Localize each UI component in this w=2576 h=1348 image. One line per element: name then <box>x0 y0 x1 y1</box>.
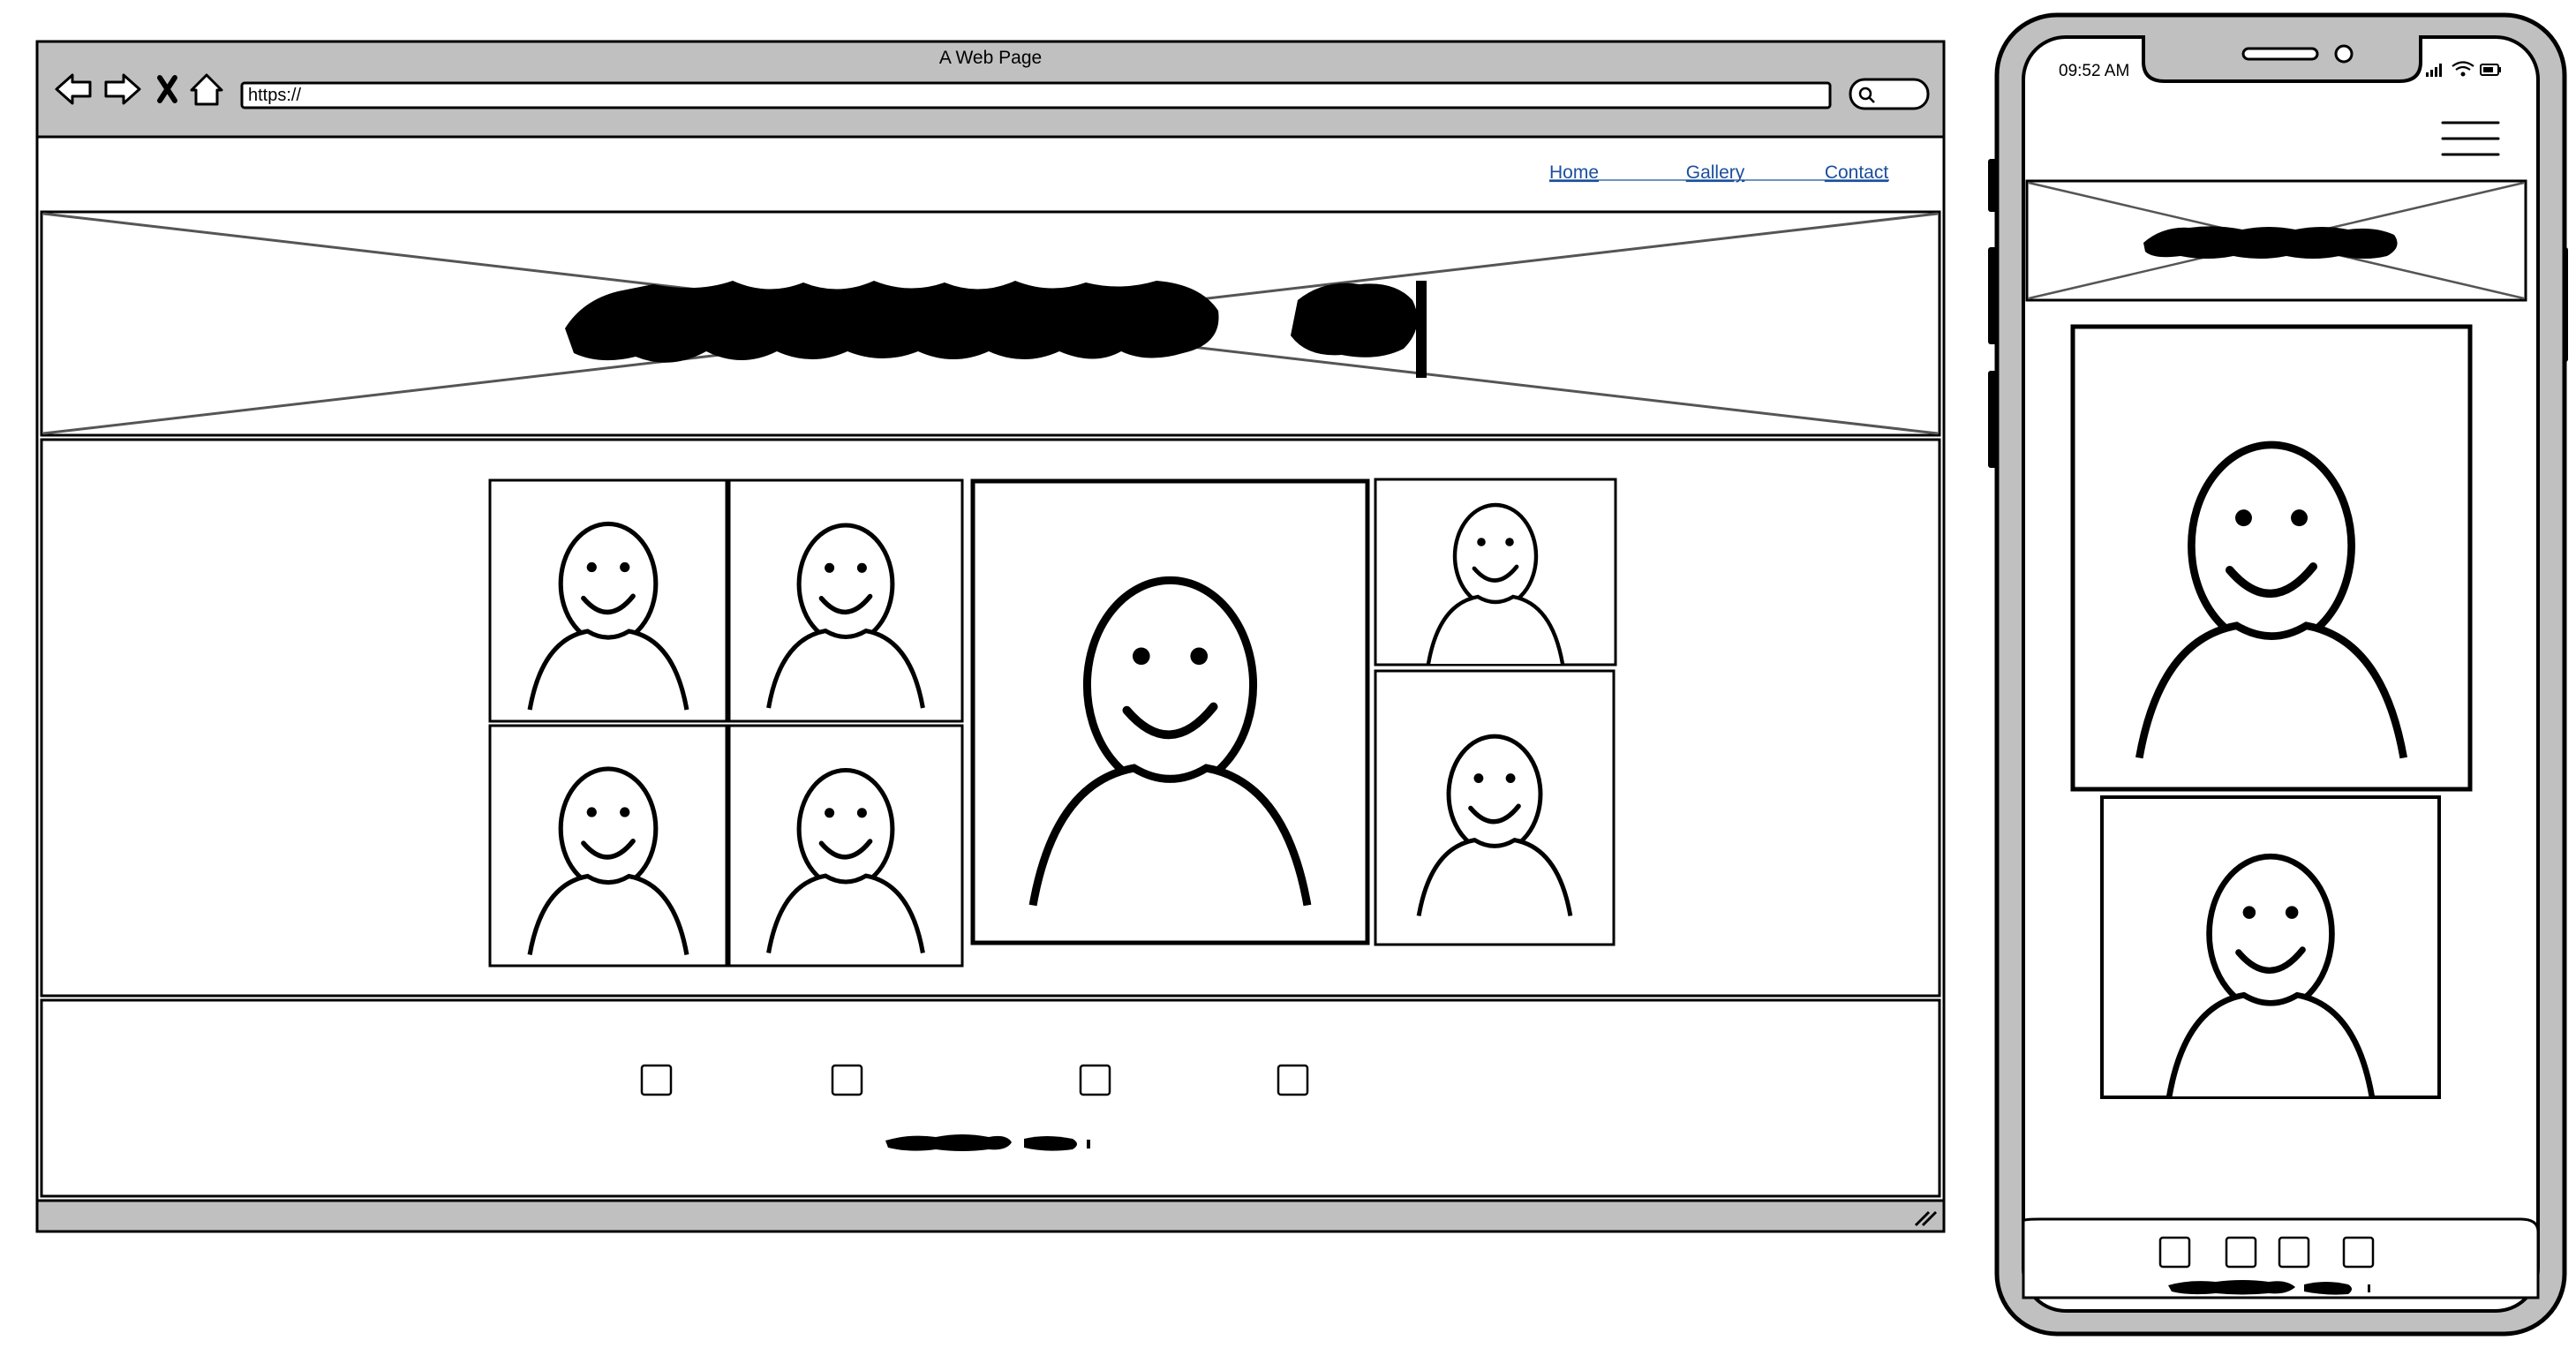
browser-title: A Web Page <box>939 48 1042 68</box>
mobile-photo[interactable] <box>2100 795 2441 1099</box>
wireframe-canvas: A Web Page https:// Home Gallery Contact… <box>35 12 2568 1337</box>
social-icon-checkbox[interactable] <box>1277 1064 1309 1096</box>
mobile-hero-placeholder <box>2025 179 2527 302</box>
mobile-social-checkbox[interactable] <box>2278 1236 2310 1269</box>
phone-speaker <box>2241 47 2319 61</box>
phone-camera <box>2334 44 2354 64</box>
social-icon-checkbox[interactable] <box>831 1064 863 1096</box>
phone-device: 09:52 AM <box>1988 12 2568 1337</box>
url-input[interactable] <box>240 81 1832 109</box>
url-text: https:// <box>248 86 301 105</box>
footer-text-scribble <box>885 1134 1090 1151</box>
mobile-heading-scribble <box>2143 226 2398 259</box>
site-footer <box>40 998 1941 1198</box>
status-time: 09:52 AM <box>2059 62 2129 80</box>
gallery-section <box>40 438 1941 998</box>
gallery-photo[interactable] <box>727 478 964 723</box>
mobile-social-checkbox[interactable] <box>2225 1236 2257 1269</box>
browser-window: A Web Page https:// Home Gallery Contact <box>35 40 1946 1233</box>
social-icon-checkbox[interactable] <box>1079 1064 1111 1096</box>
gallery-photo-featured[interactable] <box>970 478 1370 945</box>
browser-status-bar <box>35 1199 1946 1233</box>
gallery-photo[interactable] <box>488 724 728 968</box>
battery-icon <box>2480 64 2501 76</box>
gallery-photo[interactable] <box>488 478 728 723</box>
hero-image-placeholder <box>40 210 1941 437</box>
search-button[interactable] <box>1849 78 1930 110</box>
gallery-photo[interactable] <box>727 724 964 968</box>
mobile-social-checkbox[interactable] <box>2158 1236 2191 1269</box>
mobile-social-checkbox[interactable] <box>2342 1236 2375 1269</box>
mobile-footer <box>2022 1217 2540 1299</box>
social-icon-checkbox[interactable] <box>640 1064 673 1096</box>
mobile-photo[interactable] <box>2070 324 2473 792</box>
gallery-photo[interactable] <box>1374 478 1617 666</box>
gallery-photo[interactable] <box>1374 669 1616 946</box>
